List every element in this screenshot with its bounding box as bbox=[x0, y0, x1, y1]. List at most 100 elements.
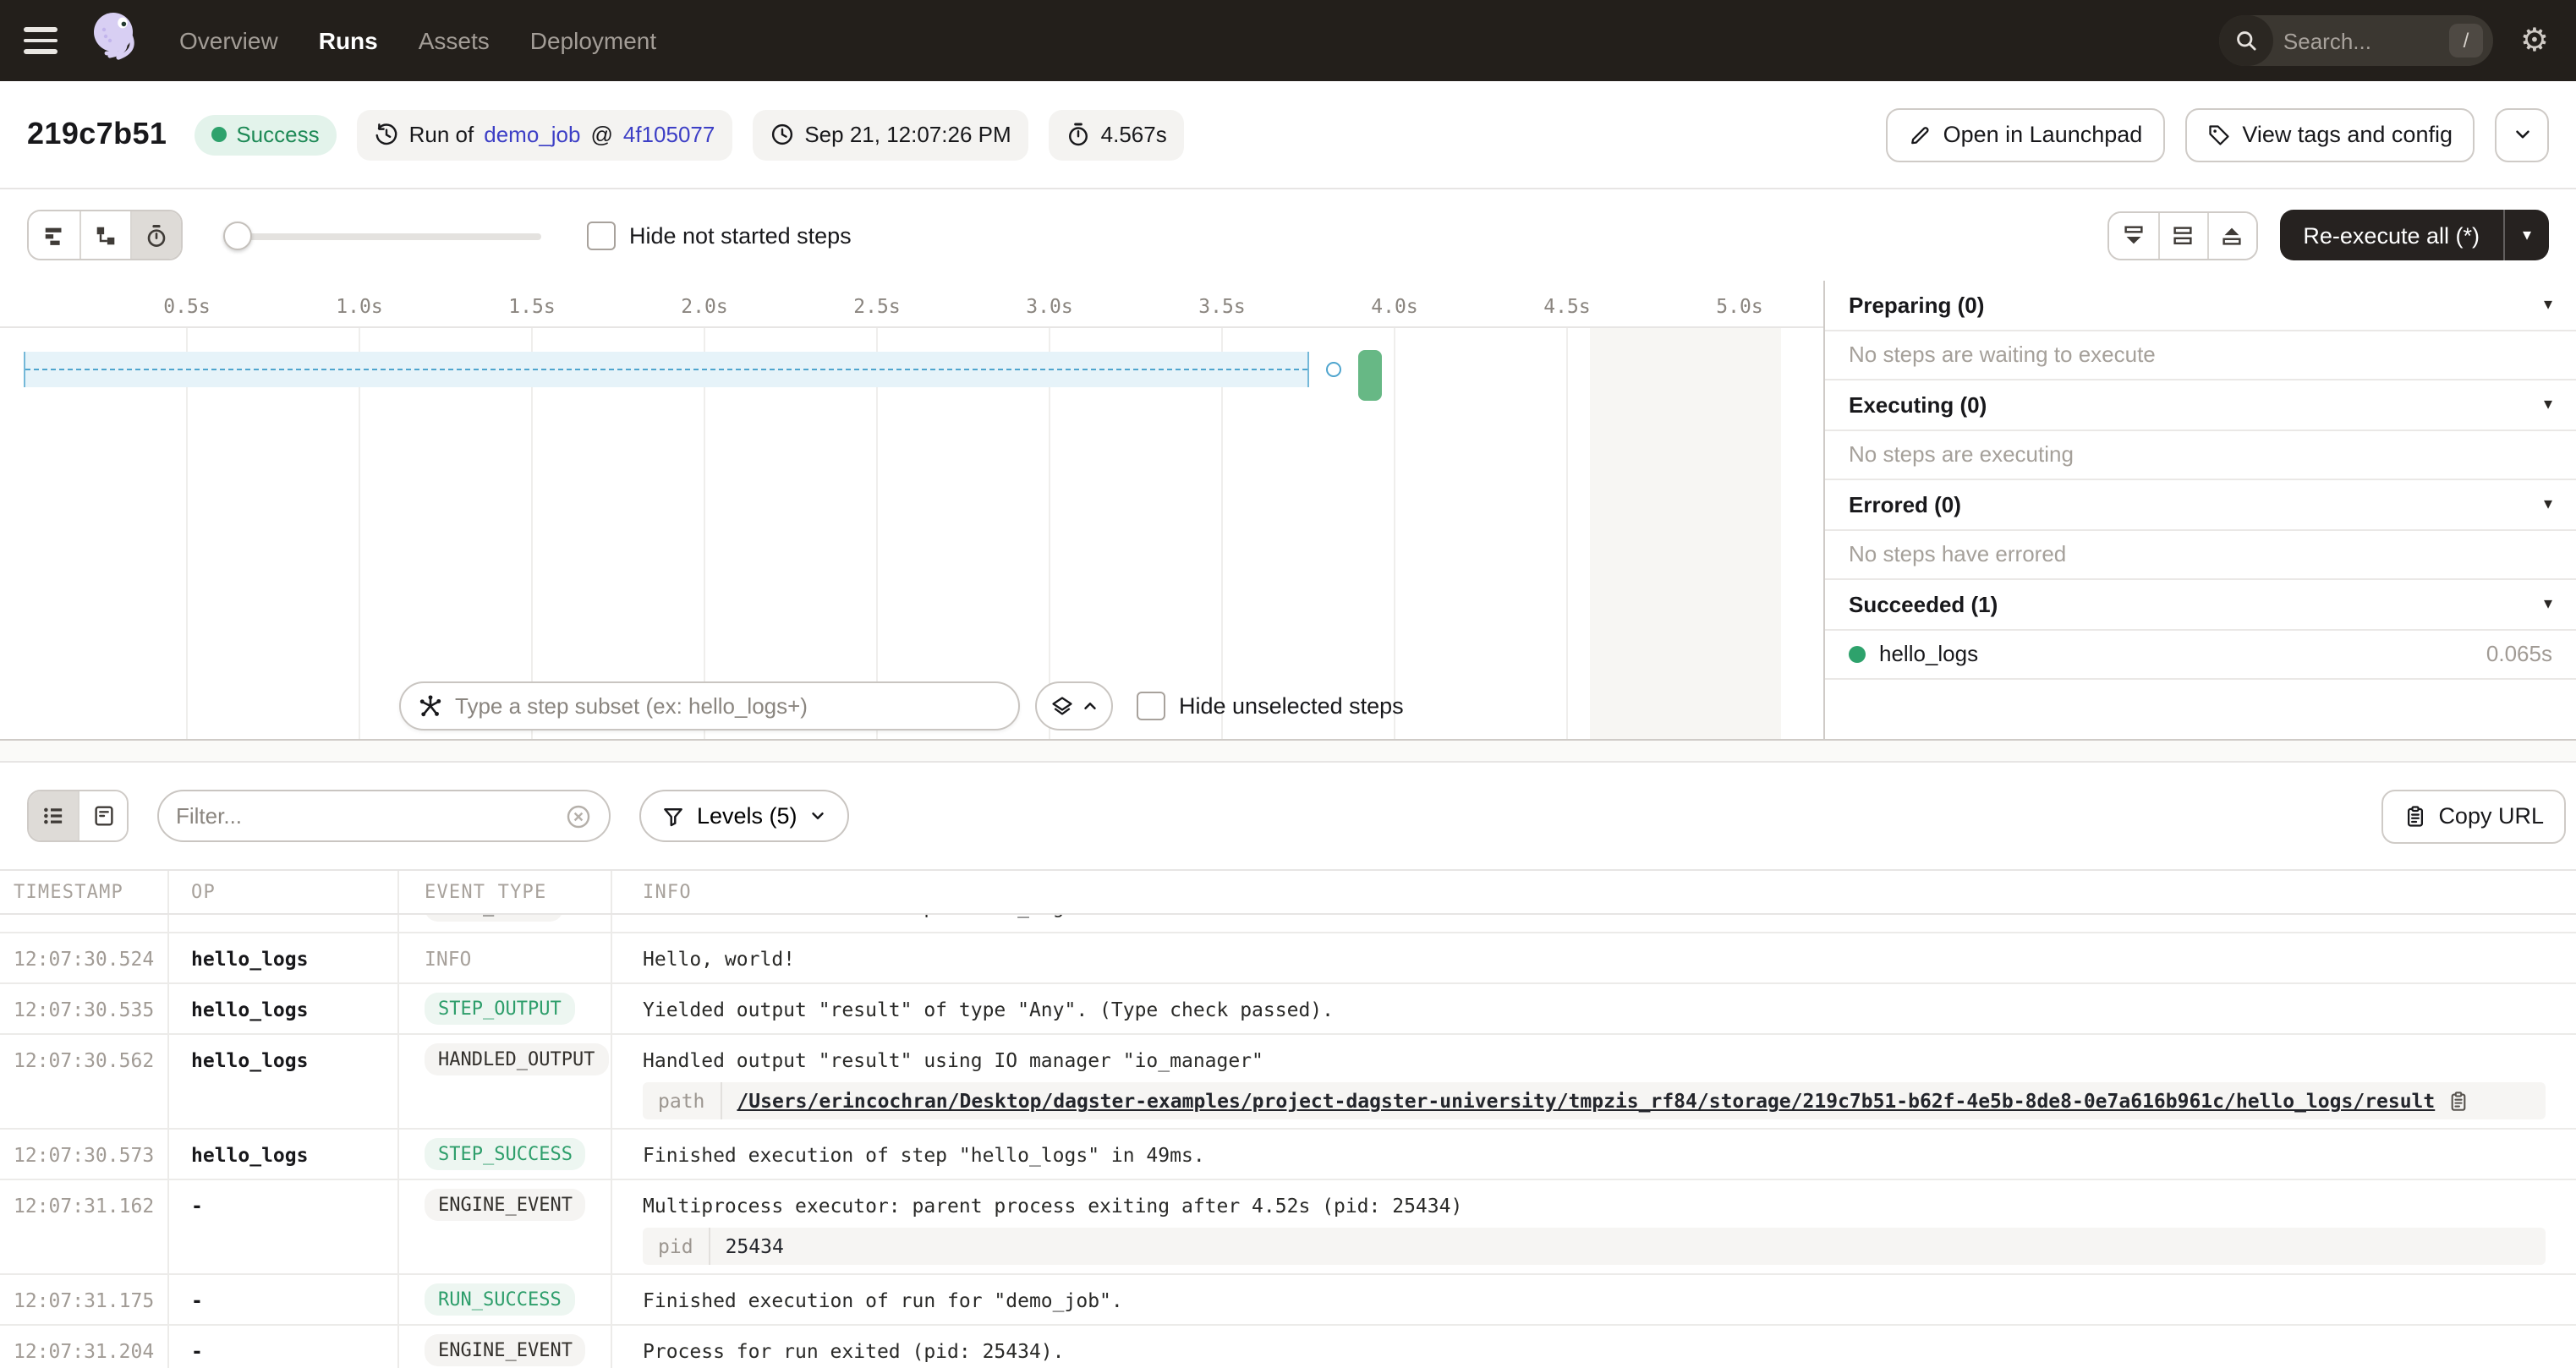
log-row[interactable]: STEP_STARTStarted execution of step "hel… bbox=[0, 915, 2576, 933]
event-type-badge: ENGINE_EVENT bbox=[425, 1189, 586, 1221]
gantt-split: 0.5s1.0s1.5s2.0s2.5s3.0s3.5s4.0s4.5s5.0s bbox=[0, 281, 2576, 741]
step-subset-input-wrap bbox=[399, 681, 1020, 731]
hide-not-started-checkbox[interactable] bbox=[587, 221, 616, 249]
copy-url-button[interactable]: Copy URL bbox=[2381, 789, 2566, 843]
log-table-header: TIMESTAMP OP EVENT TYPE INFO bbox=[0, 871, 2576, 915]
tag-label: pid bbox=[643, 1228, 710, 1265]
collapse-bottom-button[interactable] bbox=[2108, 212, 2157, 258]
datetime-pill: Sep 21, 12:07:26 PM bbox=[752, 109, 1028, 160]
step-section-header[interactable]: Succeeded (1)▾ bbox=[1825, 580, 2576, 630]
collapse-top-button[interactable] bbox=[2206, 212, 2255, 258]
waiting-dashed-line bbox=[25, 368, 1307, 369]
open-launchpad-button[interactable]: Open in Launchpad bbox=[1886, 107, 2165, 161]
gear-icon[interactable]: ⚙ bbox=[2520, 25, 2549, 57]
log-table-body: STEP_STARTStarted execution of step "hel… bbox=[0, 915, 2576, 1368]
event-type-badge: RUN_SUCCESS bbox=[425, 1283, 575, 1316]
graph-view-icon bbox=[93, 222, 118, 248]
succeeded-step-row[interactable]: hello_logs0.065s bbox=[1825, 630, 2576, 680]
nav-item-overview[interactable]: Overview bbox=[179, 27, 278, 54]
log-op: hello_logs bbox=[167, 993, 397, 1021]
menu-icon[interactable] bbox=[24, 20, 64, 61]
job-link[interactable]: demo_job bbox=[484, 122, 580, 147]
path-link[interactable]: /Users/erincochran/Desktop/dagster-examp… bbox=[737, 1089, 2435, 1113]
layers-icon bbox=[1050, 694, 1073, 718]
log-timestamp: 12:07:31.175 bbox=[0, 1283, 167, 1312]
chevron-down-icon: ▾ bbox=[2544, 396, 2552, 414]
slider-handle[interactable] bbox=[223, 221, 252, 249]
copy-path-icon[interactable] bbox=[2447, 1090, 2469, 1112]
gridline bbox=[704, 328, 705, 739]
collapse-bottom-icon bbox=[2120, 222, 2146, 248]
log-message: Started execution of step "hello_logs". bbox=[643, 915, 2552, 918]
waterfall-view-button[interactable] bbox=[130, 211, 181, 259]
status-badge: Success bbox=[194, 114, 336, 155]
gantt-zoom-slider[interactable] bbox=[223, 221, 541, 249]
tag-value: /Users/erincochran/Desktop/dagster-examp… bbox=[721, 1082, 2484, 1119]
section-empty-message: No steps are waiting to execute bbox=[1825, 331, 2576, 380]
pencil-icon bbox=[1908, 123, 1932, 146]
view-tags-config-button[interactable]: View tags and config bbox=[2184, 107, 2475, 161]
nav-items: Overview Runs Assets Deployment bbox=[179, 27, 656, 54]
gantt-view-segmented bbox=[27, 210, 183, 260]
axis-tick: 1.0s bbox=[336, 294, 382, 318]
commit-link[interactable]: 4f105077 bbox=[623, 122, 715, 147]
metadata-tag: pid25434 bbox=[643, 1228, 2546, 1265]
log-row[interactable]: 12:07:31.162-ENGINE_EVENTMultiprocess ex… bbox=[0, 1180, 2576, 1275]
log-row[interactable]: 12:07:30.535hello_logsSTEP_OUTPUTYielded… bbox=[0, 984, 2576, 1035]
log-timestamp: 12:07:31.204 bbox=[0, 1334, 167, 1363]
clear-filter-icon[interactable] bbox=[565, 802, 592, 829]
section-empty-message: No steps have errored bbox=[1825, 530, 2576, 580]
selector-options-button[interactable] bbox=[1035, 681, 1113, 731]
run-actions-dropdown-button[interactable] bbox=[2495, 107, 2549, 161]
search-shortcut-badge: / bbox=[2449, 24, 2483, 57]
log-timestamp: 12:07:30.573 bbox=[0, 1138, 167, 1167]
tag-icon bbox=[2206, 123, 2230, 146]
nav-item-deployment[interactable]: Deployment bbox=[530, 27, 656, 54]
gantt-plot[interactable]: Hide unselected steps bbox=[0, 328, 1823, 739]
gantt-footer: Hide unselected steps bbox=[0, 681, 1823, 731]
chevron-down-icon: ▾ bbox=[2544, 296, 2552, 315]
step-section-header[interactable]: Executing (0)▾ bbox=[1825, 380, 2576, 430]
log-message: Finished execution of step "hello_logs" … bbox=[643, 1138, 2552, 1167]
graph-view-button[interactable] bbox=[79, 211, 130, 259]
log-structured-view-button[interactable] bbox=[78, 791, 127, 840]
op-selector-icon bbox=[418, 693, 443, 719]
log-row[interactable]: 12:07:31.204-ENGINE_EVENTProcess for run… bbox=[0, 1326, 2576, 1368]
search-input[interactable] bbox=[2273, 28, 2449, 53]
log-list-view-button[interactable] bbox=[29, 791, 78, 840]
reexecute-button[interactable]: Re-execute all (*) ▾ bbox=[2279, 210, 2549, 260]
step-section-header[interactable]: Preparing (0)▾ bbox=[1825, 281, 2576, 331]
stopwatch-icon bbox=[1066, 122, 1091, 147]
search-box[interactable]: / bbox=[2219, 15, 2493, 66]
slider-track bbox=[223, 233, 541, 239]
log-op: - bbox=[167, 1189, 397, 1218]
axis-tick: 4.5s bbox=[1543, 294, 1590, 318]
col-event-type: EVENT TYPE bbox=[397, 881, 611, 903]
split-view-button[interactable] bbox=[2157, 212, 2206, 258]
col-timestamp: TIMESTAMP bbox=[0, 881, 167, 903]
log-timestamp: 12:07:30.524 bbox=[0, 942, 167, 971]
levels-filter-button[interactable]: Levels (5) bbox=[639, 790, 850, 842]
step-section-header[interactable]: Errored (0)▾ bbox=[1825, 480, 2576, 530]
hide-unselected-wrap: Hide unselected steps bbox=[1137, 692, 1404, 720]
log-row[interactable]: 12:07:30.573hello_logsSTEP_SUCCESSFinish… bbox=[0, 1130, 2576, 1180]
log-row[interactable]: 12:07:30.562hello_logsHANDLED_OUTPUTHand… bbox=[0, 1035, 2576, 1130]
reexecute-dropdown[interactable]: ▾ bbox=[2503, 210, 2549, 260]
log-row[interactable]: 12:07:30.524hello_logsINFOHello, world! bbox=[0, 933, 2576, 984]
col-op: OP bbox=[167, 881, 397, 903]
log-row[interactable]: 12:07:31.175-RUN_SUCCESSFinished executi… bbox=[0, 1275, 2576, 1326]
nav-item-runs[interactable]: Runs bbox=[319, 27, 378, 54]
nav-item-assets[interactable]: Assets bbox=[419, 27, 490, 54]
dagster-logo[interactable] bbox=[88, 7, 145, 74]
log-op: - bbox=[167, 1283, 397, 1312]
flat-view-button[interactable] bbox=[29, 211, 79, 259]
step-status-panel: Preparing (0)▾No steps are waiting to ex… bbox=[1823, 281, 2576, 739]
hide-unselected-checkbox[interactable] bbox=[1137, 692, 1165, 720]
event-type-badge: HANDLED_OUTPUT bbox=[425, 1043, 608, 1075]
step-marker-circle bbox=[1326, 362, 1341, 377]
step-success-bar[interactable] bbox=[1358, 350, 1382, 401]
axis-tick: 2.5s bbox=[853, 294, 900, 318]
step-subset-input[interactable] bbox=[455, 693, 1001, 719]
log-filter-input[interactable] bbox=[176, 803, 565, 829]
tag-value: 25434 bbox=[710, 1228, 799, 1265]
